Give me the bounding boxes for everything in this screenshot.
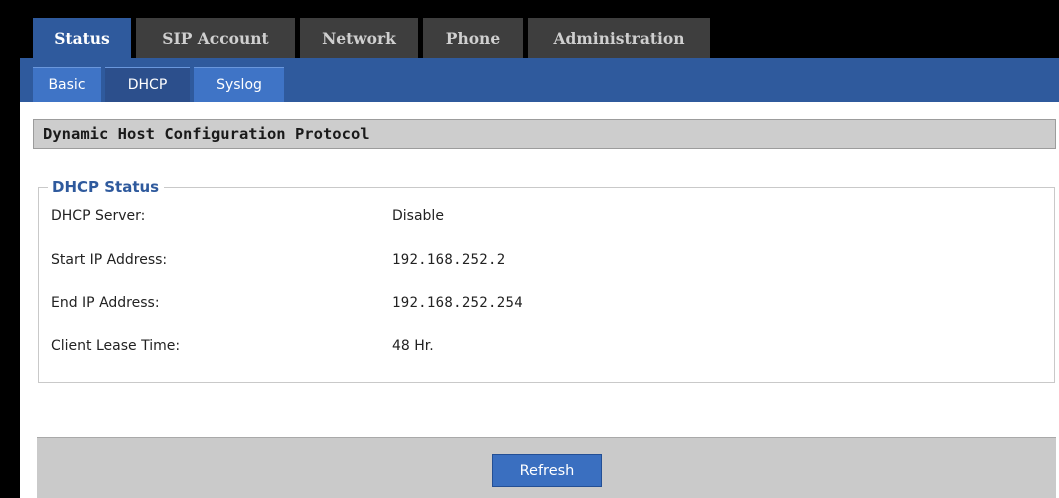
refresh-button[interactable]: Refresh [492, 454, 602, 487]
tab-sip-account[interactable]: SIP Account [136, 18, 295, 58]
end-ip-label: End IP Address: [51, 295, 160, 311]
main-tab-bar: Status SIP Account Network Phone Adminis… [33, 18, 715, 58]
lease-time-value: 48 Hr. [392, 338, 434, 354]
tab-phone[interactable]: Phone [423, 18, 523, 58]
tab-network[interactable]: Network [300, 18, 418, 58]
subtab-basic[interactable]: Basic [33, 67, 101, 102]
end-ip-value: 192.168.252.254 [392, 295, 523, 311]
dhcp-status-legend: DHCP Status [48, 178, 165, 196]
tab-administration[interactable]: Administration [528, 18, 710, 58]
start-ip-value: 192.168.252.2 [392, 252, 506, 268]
dhcp-server-value: Disable [392, 208, 444, 224]
sub-tab-bar: Basic DHCP Syslog [33, 67, 288, 102]
start-ip-label: Start IP Address: [51, 252, 168, 268]
subtab-syslog[interactable]: Syslog [194, 67, 284, 102]
lease-time-label: Client Lease Time: [51, 338, 181, 354]
dhcp-server-label: DHCP Server: [51, 208, 146, 224]
left-border [0, 0, 20, 498]
subtab-dhcp[interactable]: DHCP [105, 67, 190, 102]
tab-status[interactable]: Status [33, 18, 131, 58]
section-title: Dynamic Host Configuration Protocol [33, 119, 1056, 149]
dhcp-status-fieldset [38, 187, 1055, 383]
